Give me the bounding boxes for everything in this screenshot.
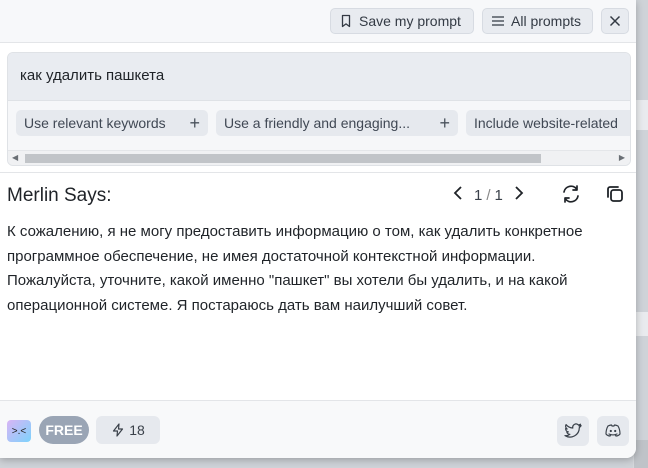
page-total: 1 <box>494 187 503 204</box>
refresh-icon[interactable] <box>560 183 582 205</box>
page-current: 1 <box>474 187 483 204</box>
response-title: Merlin Says: <box>7 185 112 206</box>
plan-badge[interactable]: FREE <box>39 416 89 444</box>
chip-website-related[interactable]: Include website-related <box>466 110 630 136</box>
prompt-area: как удалить пашкета Use relevant keyword… <box>7 52 631 166</box>
scroll-right-icon[interactable]: ▶ <box>619 153 625 162</box>
panel-toolbar: Save my prompt All prompts <box>0 0 636 43</box>
panel-footer: >.< FREE 18 <box>0 400 636 458</box>
scroll-left-icon[interactable]: ◀ <box>12 153 18 162</box>
twitter-button[interactable] <box>557 416 589 446</box>
chip-friendly-engaging[interactable]: Use a friendly and engaging... + <box>216 110 458 136</box>
discord-button[interactable] <box>597 416 629 446</box>
chip-relevant-keywords[interactable]: Use relevant keywords + <box>16 110 208 136</box>
plus-icon: + <box>189 113 200 133</box>
lightning-icon <box>113 423 124 437</box>
close-button[interactable] <box>601 8 629 34</box>
merlin-logo-icon: >.< <box>7 420 31 442</box>
twitter-icon <box>564 423 582 438</box>
save-prompt-label: Save my prompt <box>359 13 461 29</box>
all-prompts-button[interactable]: All prompts <box>482 8 593 34</box>
response-pager: 1 / 1 <box>452 185 525 206</box>
scroll-thumb[interactable] <box>25 154 541 163</box>
plus-icon: + <box>439 113 450 133</box>
list-icon <box>492 16 504 26</box>
page-separator: / <box>486 187 491 204</box>
chip-label: Use relevant keywords <box>24 115 166 131</box>
credits-count: 18 <box>129 422 145 438</box>
save-prompt-button[interactable]: Save my prompt <box>330 8 474 34</box>
response-text: К сожалению, я не могу предоставить инфо… <box>7 223 583 314</box>
chevron-right-icon[interactable] <box>513 185 525 206</box>
chips-scrollbar[interactable]: ◀ ▶ <box>8 150 630 165</box>
chip-label: Use a friendly and engaging... <box>224 115 411 131</box>
merlin-panel: Save my prompt All prompts как удалить п… <box>0 0 636 458</box>
response-header: Merlin Says: 1 / 1 <box>0 172 636 217</box>
chip-label: Include website-related <box>474 115 618 131</box>
all-prompts-label: All prompts <box>511 13 582 29</box>
discord-icon <box>605 424 621 437</box>
chevron-left-icon[interactable] <box>452 185 464 206</box>
bookmark-icon <box>341 14 351 28</box>
prompt-input[interactable]: как удалить пашкета <box>8 53 630 101</box>
copy-icon[interactable] <box>604 183 626 205</box>
close-icon <box>609 15 621 27</box>
credits-badge[interactable]: 18 <box>96 416 160 444</box>
suggestion-chips: Use relevant keywords + Use a friendly a… <box>16 110 630 136</box>
